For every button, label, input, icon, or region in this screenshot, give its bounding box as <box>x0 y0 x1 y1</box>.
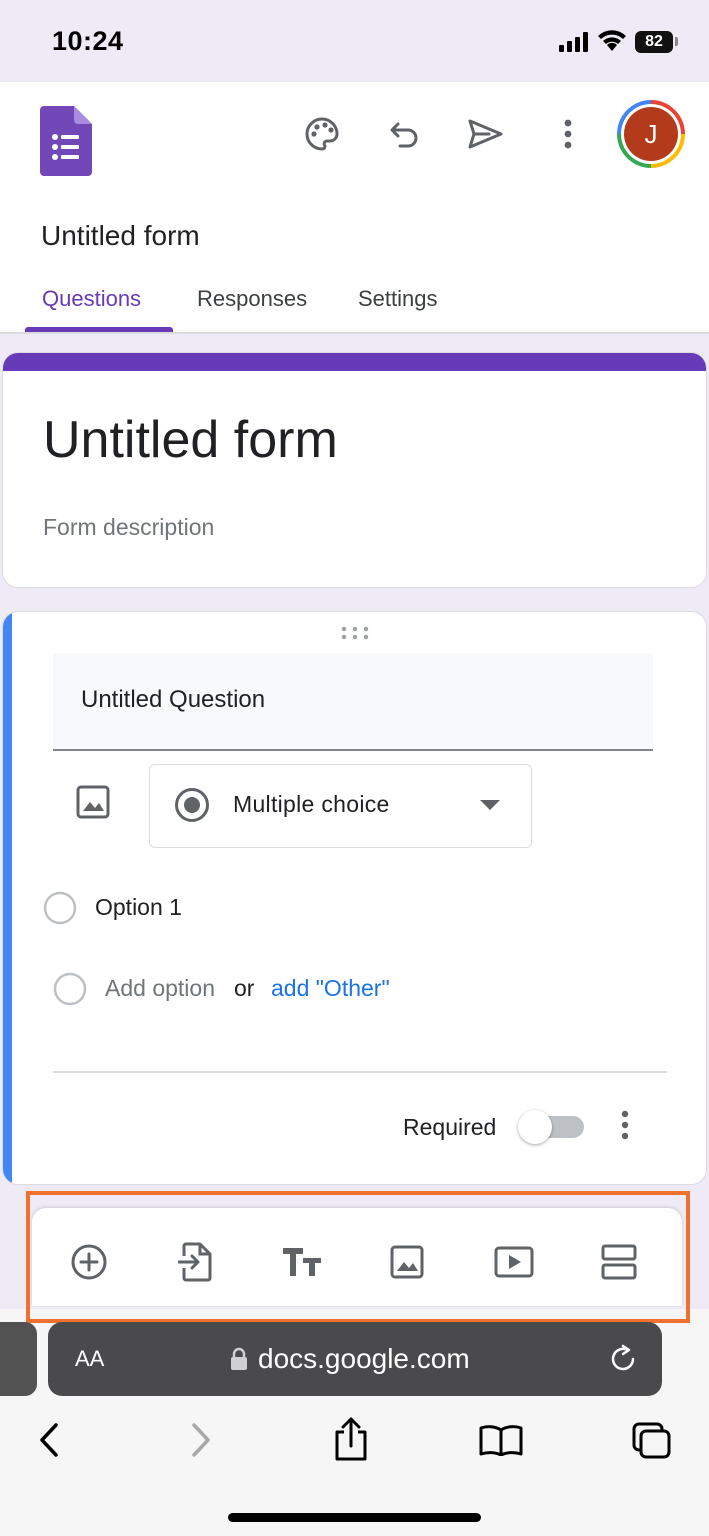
share-icon[interactable] <box>333 1416 369 1462</box>
or-text: or <box>234 975 255 1001</box>
wifi-icon <box>597 30 627 52</box>
tab-questions[interactable]: Questions <box>42 286 141 312</box>
form-title-card[interactable] <box>2 352 707 588</box>
signal-icon <box>559 32 591 52</box>
add-option-radio <box>53 972 87 1006</box>
add-other-button[interactable]: add "Other" <box>271 975 390 1002</box>
option-label[interactable]: Option 1 <box>95 894 182 921</box>
tab-responses[interactable]: Responses <box>197 286 307 312</box>
option-radio[interactable] <box>43 891 77 925</box>
drag-handle-icon[interactable] <box>341 626 369 640</box>
battery-indicator: 82 <box>635 31 673 53</box>
status-time: 10:24 <box>52 26 124 56</box>
lock-icon <box>230 1347 248 1371</box>
home-indicator <box>228 1513 481 1522</box>
undo-icon[interactable] <box>389 118 421 150</box>
forward-icon[interactable] <box>190 1422 212 1458</box>
form-title[interactable]: Untitled form <box>43 410 338 470</box>
active-tab-indicator <box>25 327 173 332</box>
question-more-icon[interactable] <box>619 1110 631 1140</box>
chevron-down-icon <box>480 800 500 810</box>
send-icon[interactable] <box>467 118 503 150</box>
form-name[interactable]: Untitled form <box>41 220 200 252</box>
tabs-icon[interactable] <box>632 1422 672 1460</box>
toolbar-highlight-box <box>26 1191 690 1323</box>
reload-icon[interactable] <box>608 1344 638 1374</box>
palette-icon[interactable] <box>304 116 340 152</box>
url-text[interactable]: docs.google.com <box>258 1343 470 1375</box>
title-card-accent-bar <box>3 353 706 371</box>
back-icon[interactable] <box>38 1422 60 1458</box>
required-label: Required <box>403 1114 497 1140</box>
text-size-button[interactable]: AA <box>75 1346 104 1372</box>
tab-settings[interactable]: Settings <box>358 286 438 312</box>
question-card-accent <box>3 612 12 1184</box>
required-toggle-knob[interactable] <box>518 1110 552 1144</box>
radio-button-icon <box>174 787 210 823</box>
avatar[interactable]: J <box>624 107 678 161</box>
google-forms-icon[interactable] <box>40 106 92 176</box>
battery-tip <box>675 37 678 46</box>
form-description-input[interactable]: Form description <box>43 514 214 541</box>
more-vert-icon[interactable] <box>562 118 574 150</box>
bookmarks-icon[interactable] <box>479 1424 523 1456</box>
previous-tab-peek[interactable] <box>0 1322 37 1396</box>
add-image-to-question-icon[interactable] <box>76 785 110 819</box>
question-footer-divider <box>53 1071 667 1073</box>
question-title[interactable]: Untitled Question <box>81 686 265 714</box>
add-option-button[interactable]: Add option <box>105 975 215 1002</box>
question-type-label: Multiple choice <box>233 791 390 817</box>
